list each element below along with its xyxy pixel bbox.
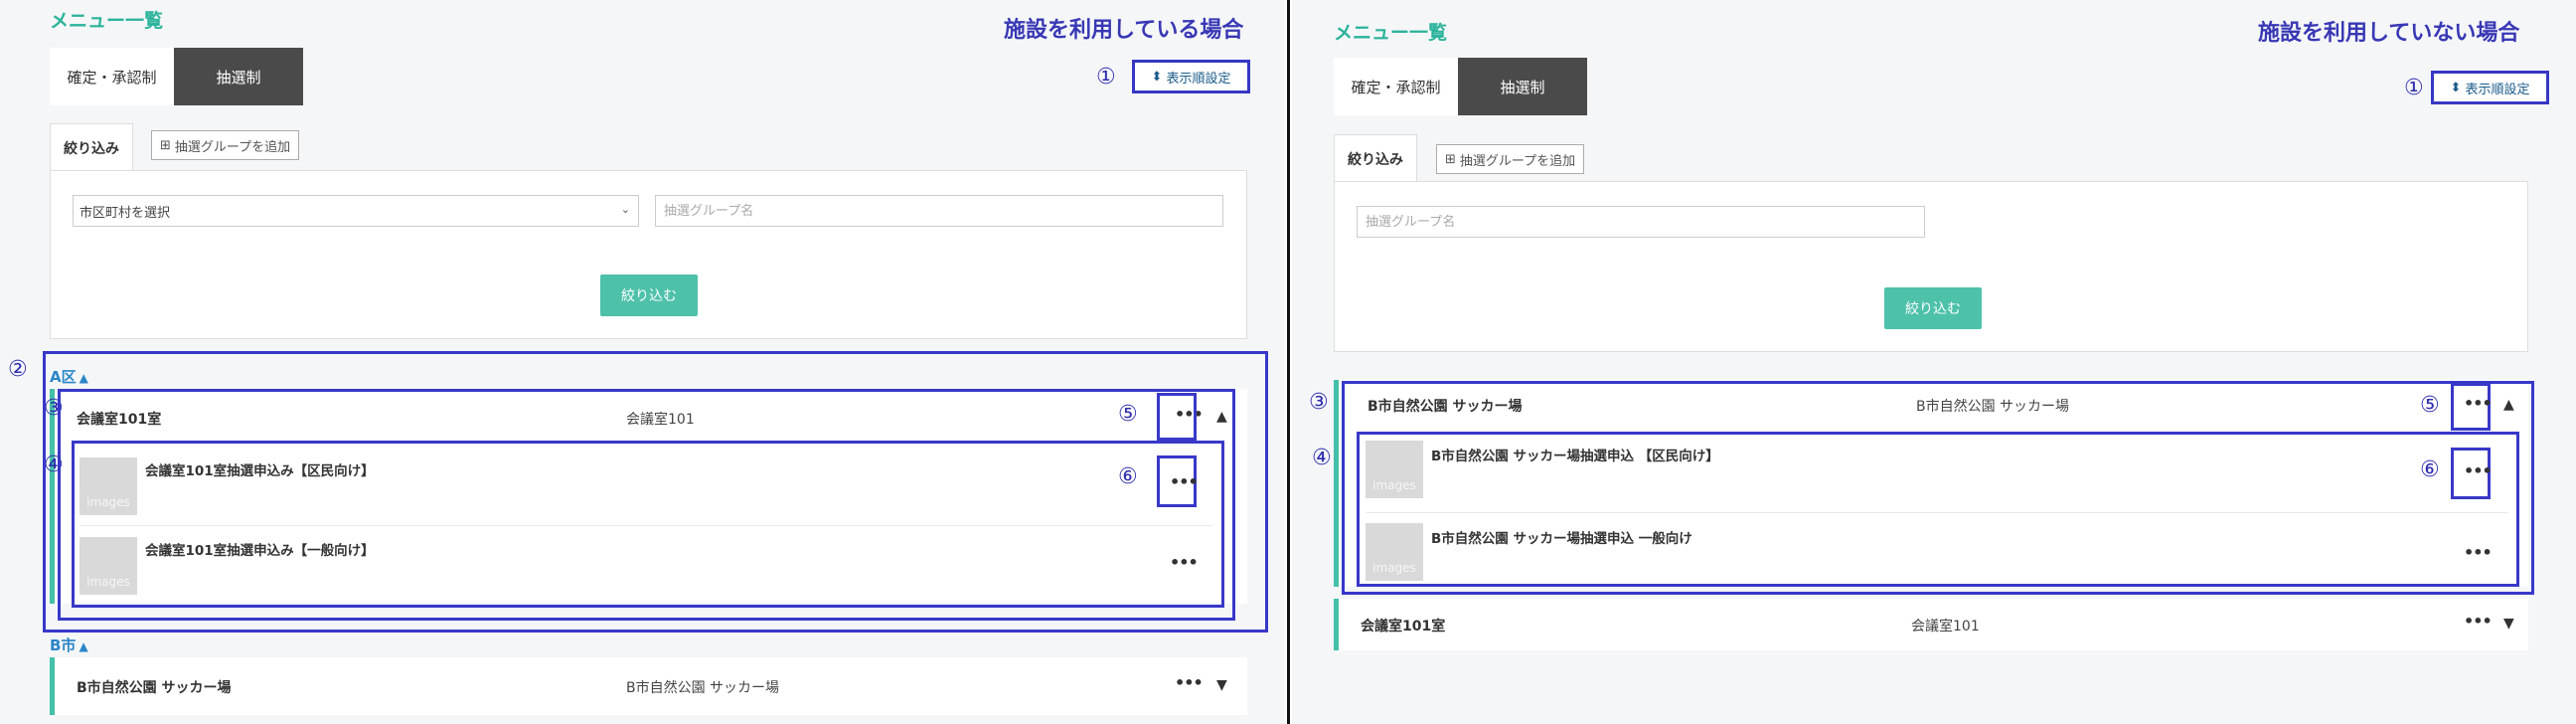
filter-card: 市区町村を選択 ⌄ 絞り込む [50, 170, 1247, 339]
marker-4: ④ [44, 452, 64, 477]
page-heading: メニュー一覧 [1334, 22, 1448, 44]
plus-box-icon: ⊞ [160, 137, 171, 153]
item-row-soccer-field[interactable]: B市自然公園 サッカー場 B市自然公園 サッカー場 ••• ▼ [50, 657, 1247, 715]
item-facility: 会議室101 [1911, 619, 1980, 634]
group-label-b[interactable]: B市 ▲ [50, 634, 88, 655]
annotation-box-item-menu [1157, 393, 1197, 441]
sub-item-thumbnail: images [80, 457, 137, 515]
item-facility: B市自然公園 サッカー場 [1916, 399, 2070, 415]
sub-item-title[interactable]: B市自然公園 サッカー場抽選申込 【区民向け】 [1431, 445, 1719, 464]
city-select[interactable]: 市区町村を選択 ⌄ [73, 195, 639, 227]
display-order-button[interactable]: ⬍ 表示順設定 [1132, 60, 1250, 93]
scenario-label: 施設を利用している場合 [1004, 18, 1244, 43]
item-name: B市自然公園 サッカー場 [77, 680, 232, 696]
caret-up-icon[interactable]: ▲ [2503, 397, 2514, 413]
more-dots-icon[interactable]: ••• [2464, 543, 2493, 562]
add-lottery-group-button[interactable]: ⊞ 抽選グループを追加 [151, 130, 300, 160]
filter-button[interactable]: 絞り込む [1884, 287, 1982, 329]
display-order-button[interactable]: ⬍ 表示順設定 [2431, 71, 2549, 104]
marker-6: ⑥ [1118, 464, 1138, 489]
group-name-input[interactable] [1357, 206, 1925, 238]
chevron-down-icon: ⌄ [620, 203, 630, 216]
marker-4: ④ [1312, 446, 1332, 470]
plus-box-icon: ⊞ [1445, 151, 1456, 167]
sub-item-divider [1366, 512, 2508, 513]
sort-icon: ⬍ [1151, 69, 1163, 85]
item-facility: B市自然公園 サッカー場 [626, 680, 780, 696]
tab-lottery[interactable]: 抽選制 [174, 48, 303, 105]
marker-1: ① [1096, 65, 1116, 90]
group-label-b-text: B市 [50, 636, 77, 654]
caret-down-icon[interactable]: ▼ [2503, 616, 2514, 632]
tab-confirm-approval[interactable]: 確定・承認制 [1334, 58, 1458, 115]
sub-item-thumbnail: images [1366, 441, 1423, 498]
sub-item-title[interactable]: B市自然公園 サッカー場抽選申込 一般向け [1431, 527, 1692, 547]
item-name: 会議室101室 [1361, 619, 1446, 634]
add-lottery-group-button[interactable]: ⊞ 抽選グループを追加 [1436, 144, 1585, 174]
panel-divider [1285, 0, 1292, 724]
display-order-label: 表示順設定 [2465, 82, 2530, 97]
filter-card: 絞り込む [1334, 181, 2528, 352]
more-dots-icon[interactable]: ••• [2464, 394, 2493, 413]
add-lottery-group-label: 抽選グループを追加 [174, 139, 291, 155]
more-dots-icon[interactable]: ••• [2464, 612, 2493, 631]
tab-filter[interactable]: 絞り込み [1334, 134, 1417, 182]
item-row-meeting-room[interactable]: 会議室101室 会議室101 ••• ▼ [1334, 599, 2528, 650]
right-panel: メニュー一覧 施設を利用していない場合 確定・承認制 抽選制 ① ⬍ 表示順設定… [1292, 0, 2576, 724]
more-dots-icon[interactable]: ••• [1170, 472, 1199, 491]
sub-item-thumbnail: images [80, 537, 137, 595]
caret-up-icon: ▲ [79, 639, 88, 653]
sort-icon: ⬍ [2450, 80, 2462, 95]
sub-item-divider [80, 525, 1212, 526]
more-dots-icon[interactable]: ••• [2464, 461, 2493, 480]
left-panel: メニュー一覧 施設を利用している場合 確定・承認制 抽選制 ① ⬍ 表示順設定 … [0, 0, 1285, 724]
filter-button[interactable]: 絞り込む [600, 274, 698, 316]
page-heading: メニュー一覧 [50, 10, 164, 32]
tab-confirm-approval[interactable]: 確定・承認制 [50, 48, 174, 105]
tab-filter[interactable]: 絞り込み [50, 123, 133, 171]
display-order-label: 表示順設定 [1166, 71, 1231, 87]
caret-down-icon[interactable]: ▼ [1216, 677, 1227, 693]
marker-2: ② [8, 357, 28, 382]
marker-5: ⑤ [2420, 393, 2440, 418]
more-dots-icon[interactable]: ••• [1170, 553, 1199, 572]
sub-item-title[interactable]: 会議室101室抽選申込み【区民向け】 [145, 459, 375, 479]
sub-item-title[interactable]: 会議室101室抽選申込み【一般向け】 [145, 539, 375, 559]
add-lottery-group-label: 抽選グループを追加 [1459, 153, 1576, 169]
marker-1: ① [2404, 76, 2424, 100]
scenario-label: 施設を利用していない場合 [2258, 21, 2520, 46]
city-select-value: 市区町村を選択 [80, 205, 171, 221]
sub-item-thumbnail: images [1366, 523, 1423, 581]
tab-lottery[interactable]: 抽選制 [1458, 58, 1587, 115]
marker-6: ⑥ [2420, 457, 2440, 482]
more-dots-icon[interactable]: ••• [1175, 673, 1204, 692]
group-name-input[interactable] [655, 195, 1223, 227]
marker-3: ③ [1309, 390, 1329, 415]
marker-5: ⑤ [1118, 402, 1138, 427]
item-name: B市自然公園 サッカー場 [1368, 399, 1523, 415]
